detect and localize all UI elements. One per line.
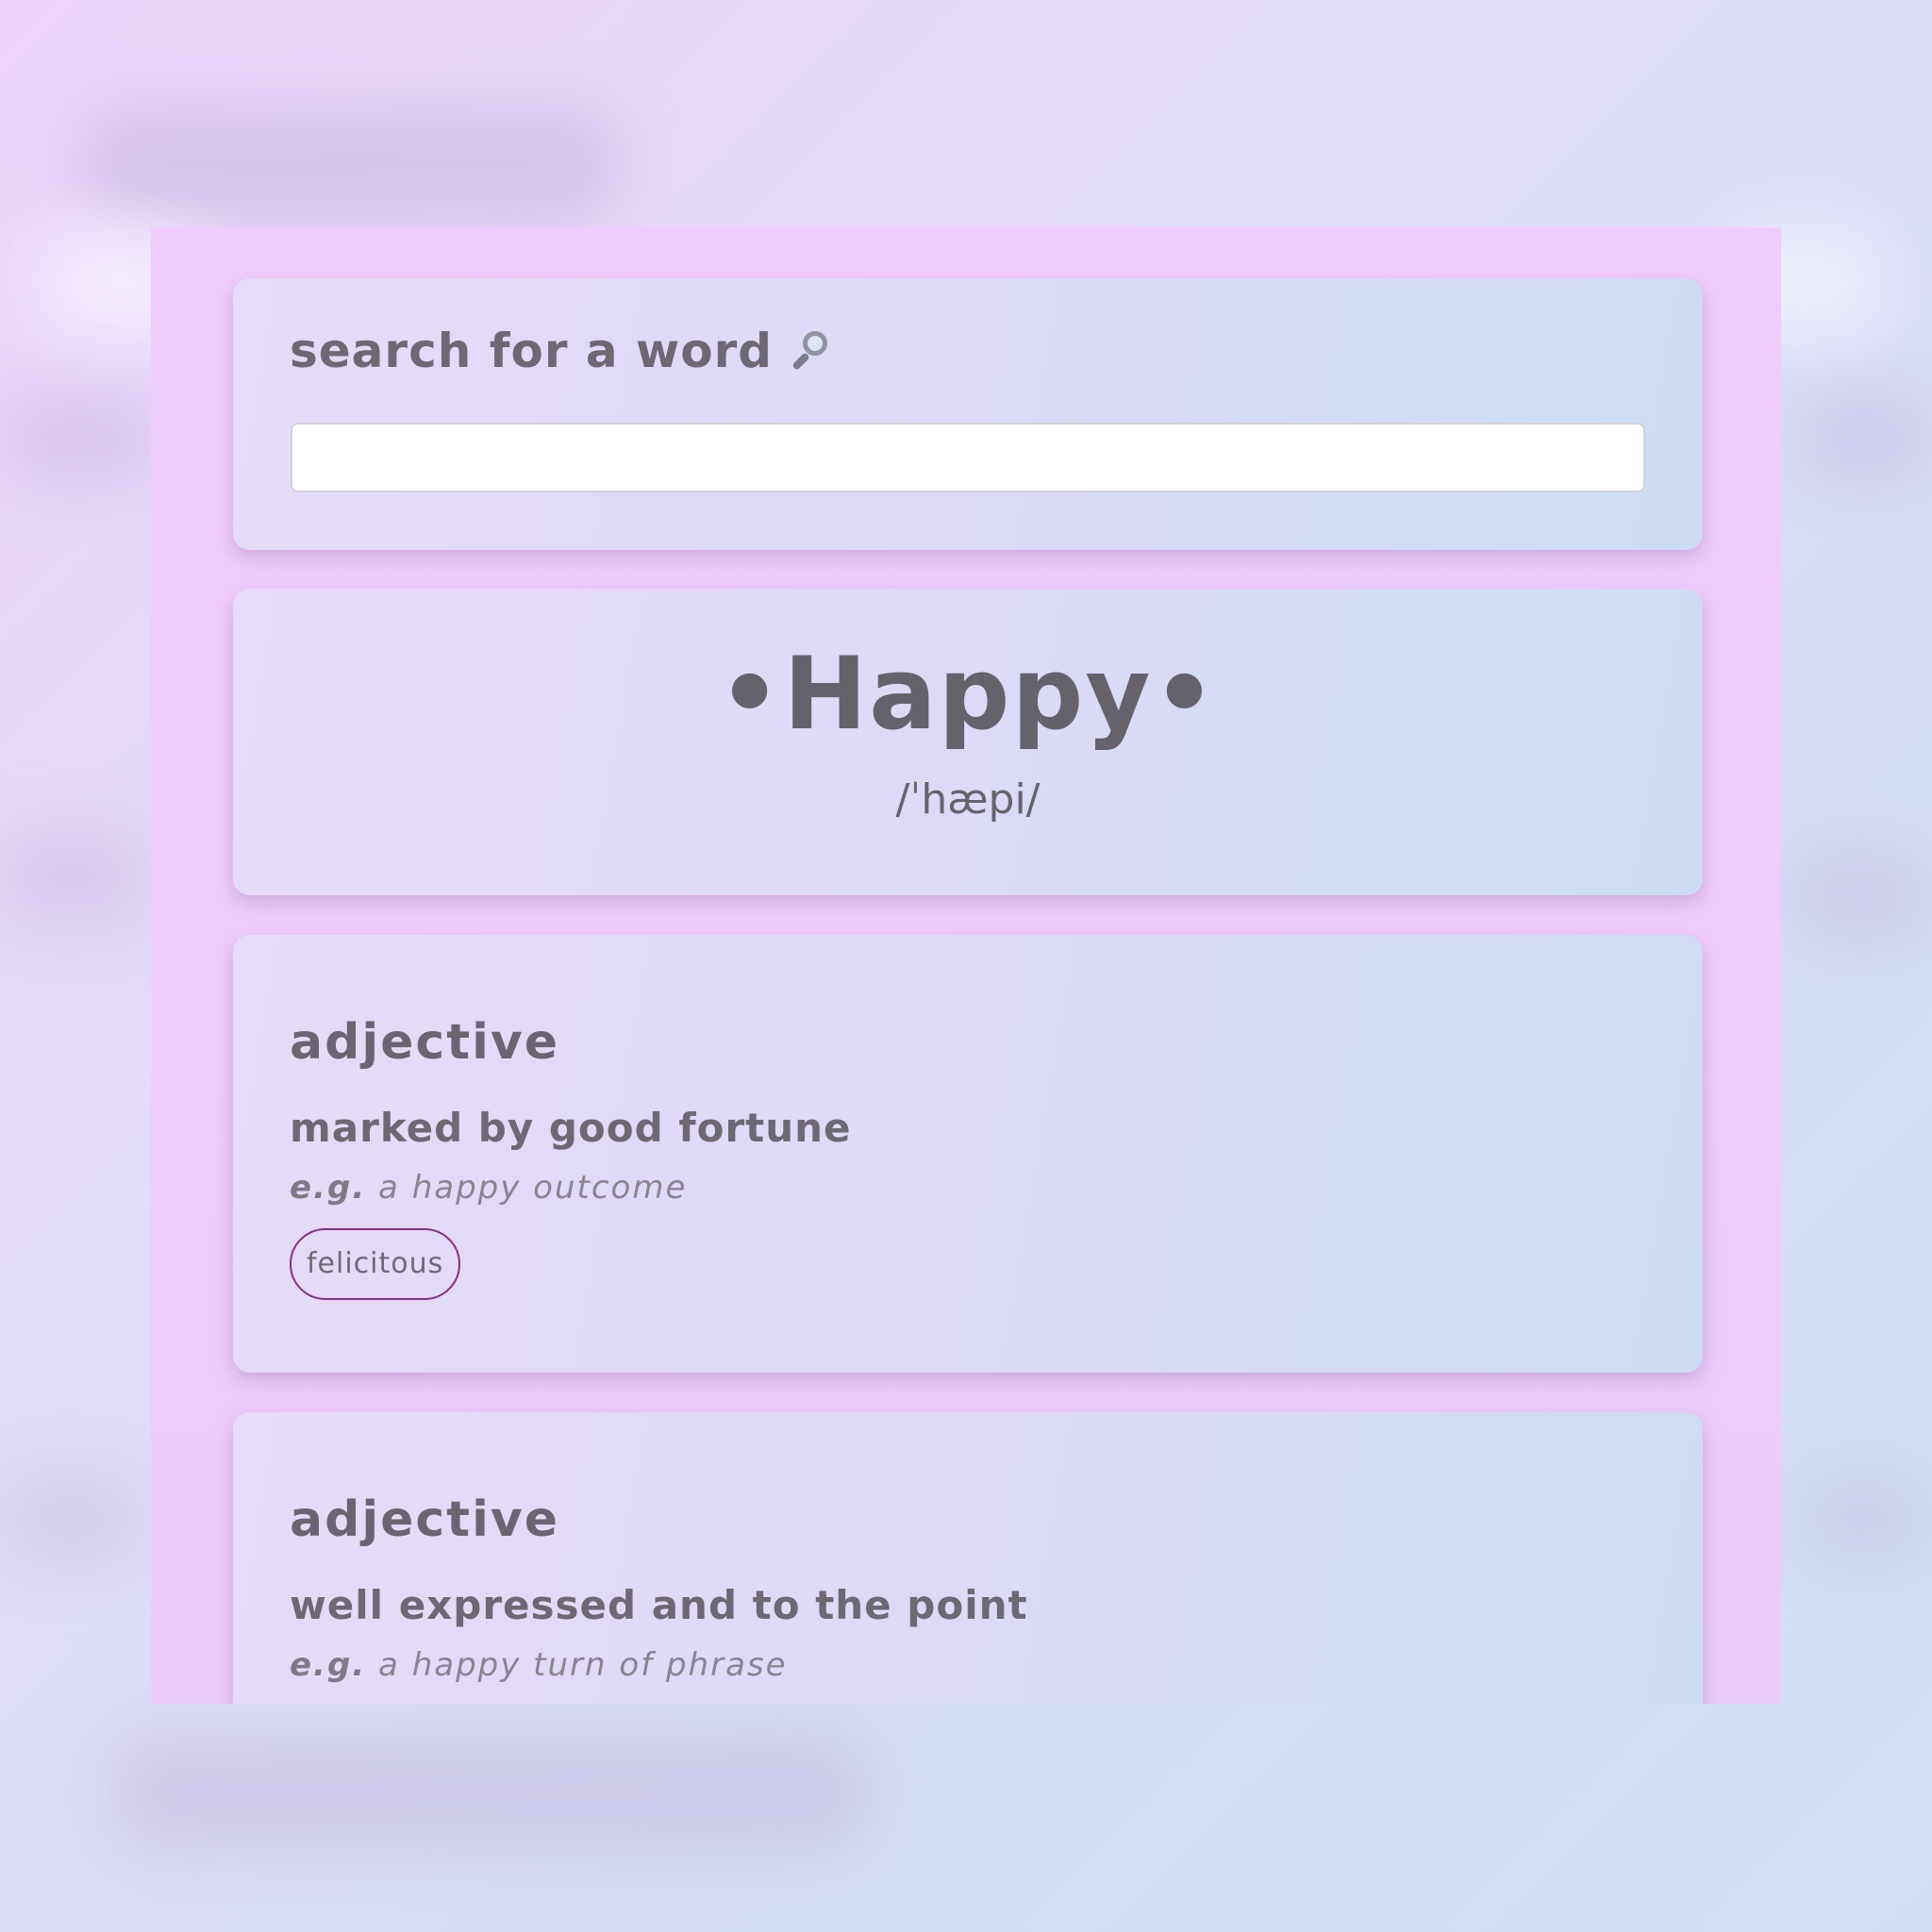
pronunciation: /ˈhæpi/	[895, 775, 1041, 824]
definition-card: adjective well expressed and to the poin…	[233, 1412, 1703, 1704]
dictionary-app: search for a word •Happy• /ˈhæpi/ adject…	[151, 227, 1781, 1704]
example-prefix: e.g.	[290, 1646, 367, 1684]
word-card: •Happy• /ˈhæpi/	[233, 589, 1703, 895]
definition-card: adjective marked by good fortune e.g. a …	[233, 935, 1703, 1373]
search-heading: search for a word	[290, 324, 829, 378]
headword: •Happy•	[717, 636, 1219, 752]
part-of-speech: adjective	[290, 1491, 560, 1548]
example-text: a happy turn of phrase	[378, 1646, 788, 1684]
definition-text: well expressed and to the point	[290, 1582, 1028, 1628]
search-card: search for a word	[233, 278, 1703, 550]
magnifying-glass-icon	[788, 329, 829, 371]
search-label-text: search for a word	[290, 324, 774, 378]
example-sentence: e.g. a happy outcome	[290, 1169, 687, 1207]
example-sentence: e.g. a happy turn of phrase	[290, 1646, 788, 1684]
definition-text: marked by good fortune	[290, 1105, 852, 1151]
part-of-speech: adjective	[290, 1014, 560, 1071]
example-text: a happy outcome	[378, 1169, 688, 1207]
example-prefix: e.g.	[290, 1169, 367, 1207]
synonym-chip[interactable]: felicitous	[290, 1228, 461, 1300]
search-input[interactable]	[291, 423, 1645, 492]
